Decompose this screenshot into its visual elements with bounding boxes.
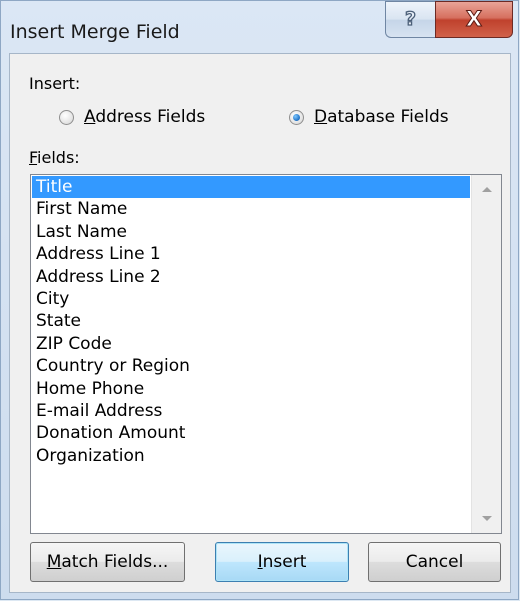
fields-listbox[interactable]: Title First Name Last Name Address Line 1 Ad… (30, 174, 502, 534)
close-icon: X (465, 7, 483, 31)
list-item[interactable]: E-mail Address (32, 400, 470, 422)
help-button[interactable]: ? (385, 1, 435, 38)
close-button[interactable]: X (435, 1, 513, 38)
address-fields-label: Address Fields (84, 107, 206, 127)
scroll-down-arrow-icon[interactable] (482, 516, 492, 521)
insert-merge-field-dialog: Insert Merge Field ? X Insert: Address F… (0, 0, 519, 600)
caption-buttons: ? X (385, 1, 513, 39)
help-icon: ? (404, 8, 417, 30)
list-item[interactable]: Last Name (32, 221, 470, 243)
list-item[interactable]: Organization (32, 445, 470, 467)
list-item[interactable]: Address Line 2 (32, 266, 470, 288)
fields-label: Fields: (29, 148, 80, 167)
database-fields-radio[interactable]: Database Fields (289, 107, 449, 127)
insert-button[interactable]: Insert (215, 542, 349, 582)
fields-list: Title First Name Last Name Address Line 1 Ad… (32, 176, 470, 467)
database-fields-radio-circle[interactable] (289, 109, 304, 125)
match-fields-button[interactable]: Match Fields... (30, 542, 185, 582)
list-item[interactable]: Home Phone (32, 378, 470, 400)
list-item[interactable]: Donation Amount (32, 422, 470, 444)
list-item[interactable]: Country or Region (32, 355, 470, 377)
dialog-title: Insert Merge Field (10, 21, 180, 43)
dialog-body: Insert: Address Fields Database Fields F… (9, 53, 511, 593)
list-item[interactable]: City (32, 288, 470, 310)
insert-label: Insert: (29, 74, 81, 93)
list-item[interactable]: Address Line 1 (32, 243, 470, 265)
cancel-button[interactable]: Cancel (368, 542, 501, 582)
list-item[interactable]: First Name (32, 198, 470, 220)
vertical-scrollbar[interactable] (471, 175, 501, 533)
scroll-up-arrow-icon[interactable] (482, 187, 492, 192)
list-item[interactable]: Title (32, 176, 470, 199)
address-fields-radio[interactable]: Address Fields (59, 107, 205, 127)
list-item[interactable]: State (32, 310, 470, 332)
list-item[interactable]: ZIP Code (32, 333, 470, 355)
title-bar[interactable]: Insert Merge Field ? X (1, 1, 520, 53)
database-fields-label: Database Fields (314, 107, 449, 127)
address-fields-radio-circle[interactable] (59, 109, 74, 125)
